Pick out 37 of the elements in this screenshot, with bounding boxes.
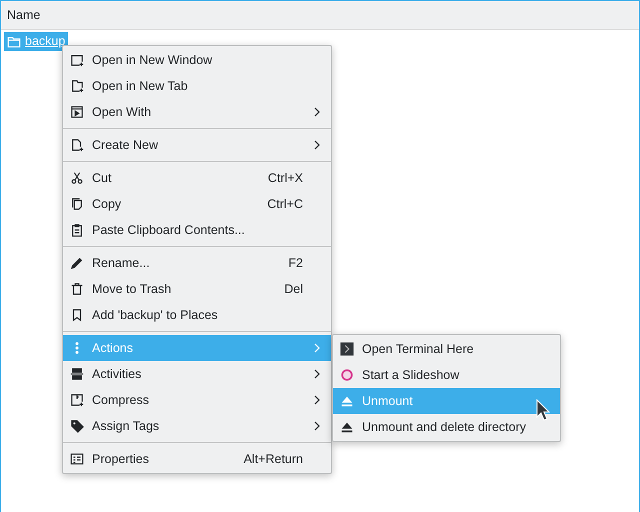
- menu-item[interactable]: Unmount and delete directory: [333, 414, 560, 440]
- terminal-icon: [340, 342, 354, 356]
- pencil-icon: [70, 256, 84, 270]
- menu-item[interactable]: Open in New Tab: [63, 73, 331, 99]
- menu-item[interactable]: Create New: [63, 132, 331, 158]
- menu-item[interactable]: Move to Trash Del: [63, 276, 331, 302]
- trash-icon: [70, 282, 84, 296]
- menu-item[interactable]: Rename... F2: [63, 250, 331, 276]
- new-document-icon: [70, 138, 84, 152]
- play-window-icon: [70, 105, 84, 119]
- menu-item[interactable]: Add 'backup' to Places: [63, 302, 331, 328]
- compress-icon: [70, 393, 84, 407]
- properties-icon: [70, 452, 84, 466]
- menu-item[interactable]: Properties Alt+Return: [63, 446, 331, 472]
- menu-item[interactable]: Activities: [63, 361, 331, 387]
- cursor-icon: [536, 399, 550, 421]
- menu-item[interactable]: Copy Ctrl+C: [63, 191, 331, 217]
- menu-item[interactable]: Start a Slideshow: [333, 362, 560, 388]
- folder-icon: [7, 34, 21, 48]
- eject-icon: [340, 394, 354, 408]
- activities-icon: [70, 367, 84, 381]
- ring-icon: [340, 368, 354, 382]
- menu-item[interactable]: Paste Clipboard Contents...: [63, 217, 331, 243]
- menu-item[interactable]: Cut Ctrl+X: [63, 165, 331, 191]
- clipboard-icon: [70, 223, 84, 237]
- tag-icon: [70, 419, 84, 433]
- menu-item[interactable]: Open Terminal Here: [333, 336, 560, 362]
- menu-item[interactable]: Open With: [63, 99, 331, 125]
- new-window-icon: [70, 53, 84, 67]
- new-tab-icon: [70, 79, 84, 93]
- column-header[interactable]: Name: [7, 6, 40, 24]
- menu-item[interactable]: Compress: [63, 387, 331, 413]
- eject-icon: [340, 420, 354, 434]
- copy-icon: [70, 197, 84, 211]
- bookmark-icon: [70, 308, 84, 322]
- scissors-icon: [70, 171, 84, 185]
- menu-item[interactable]: Assign Tags: [63, 413, 331, 439]
